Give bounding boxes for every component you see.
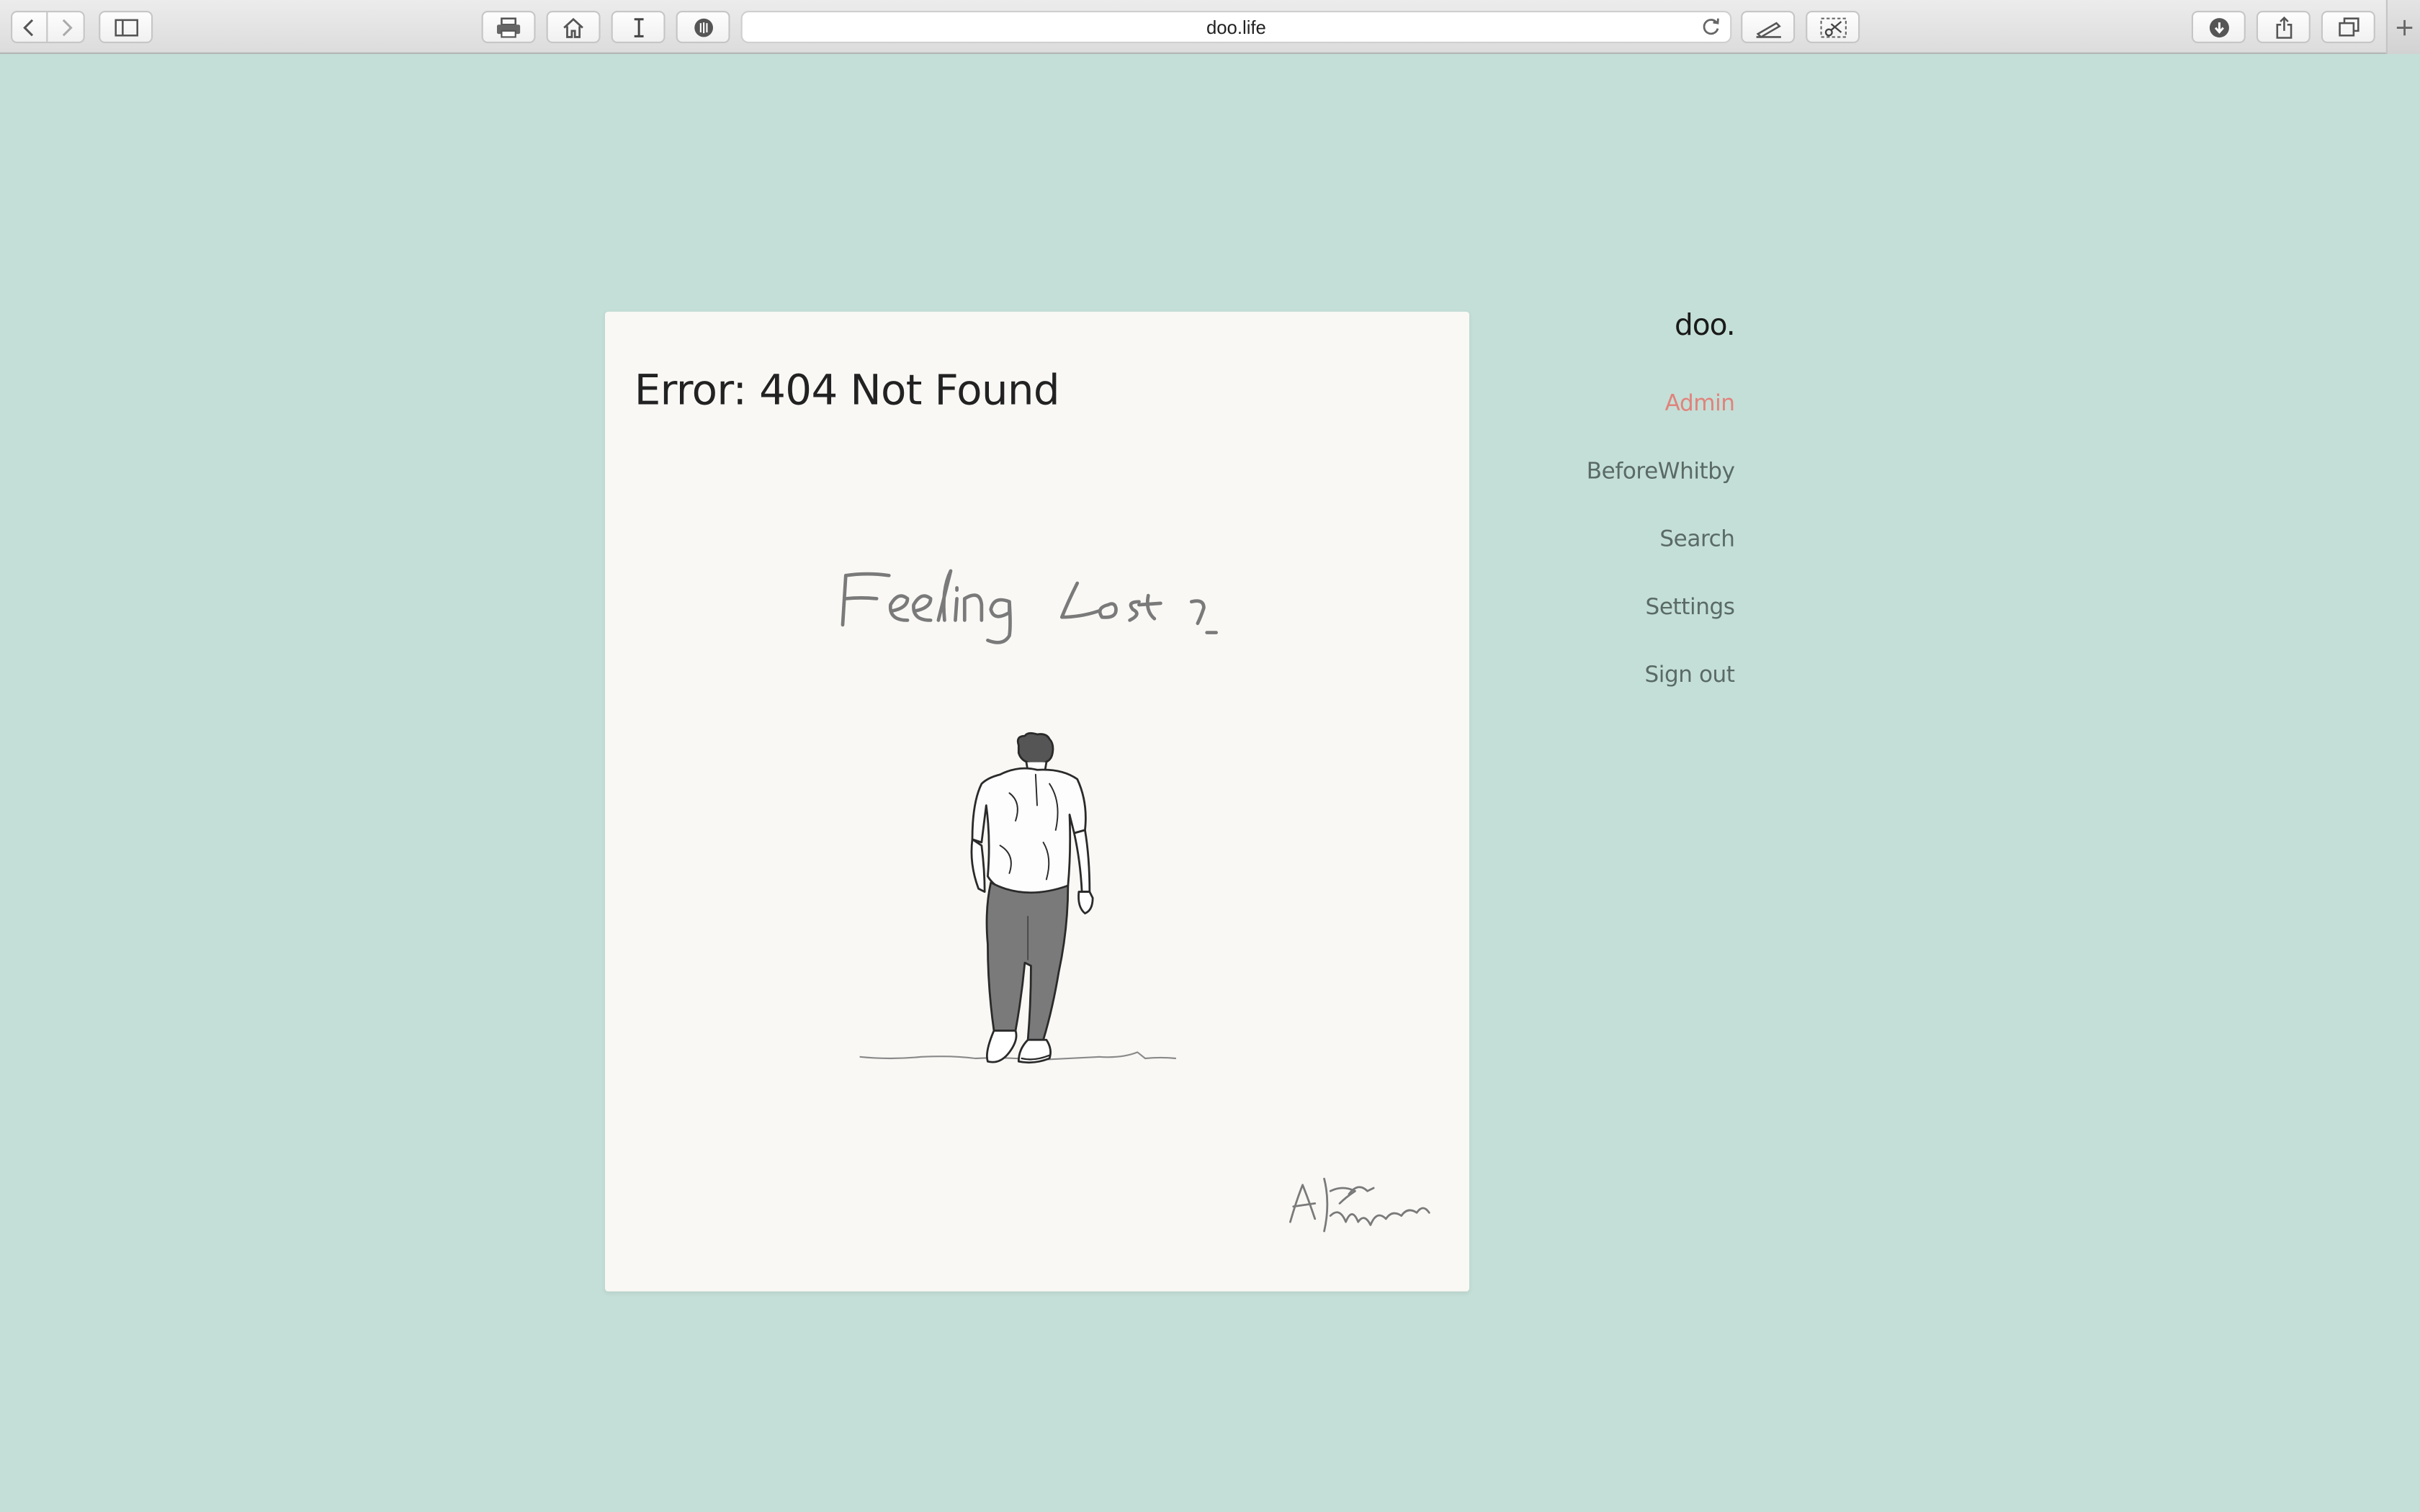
text-cursor-icon bbox=[633, 17, 643, 37]
print-button[interactable] bbox=[481, 11, 536, 43]
home-icon bbox=[563, 17, 583, 37]
browser-window: doo.life Error: 404 Not Found doo. Admin… bbox=[0, 0, 2420, 1512]
browser-toolbar: doo.life bbox=[0, 0, 2420, 54]
download-button[interactable] bbox=[2191, 11, 2246, 43]
tabs-overview-button[interactable] bbox=[2321, 11, 2375, 43]
printer-icon bbox=[497, 17, 521, 37]
nav-item-beforewhitby[interactable]: BeforeWhitby bbox=[1587, 456, 1735, 524]
download-icon bbox=[2208, 17, 2228, 37]
url-text: doo.life bbox=[1206, 17, 1266, 39]
feeling-lost-handwriting bbox=[841, 569, 1218, 644]
reload-icon[interactable] bbox=[1700, 17, 1721, 37]
tabs-overview-icon bbox=[2338, 17, 2359, 37]
pen-icon bbox=[1755, 21, 1780, 37]
nav-item-sign-out[interactable]: Sign out bbox=[1587, 660, 1735, 728]
lost-person-illustration bbox=[841, 569, 1430, 1233]
forward-button[interactable] bbox=[48, 11, 85, 43]
nav-item-search[interactable]: Search bbox=[1587, 525, 1735, 593]
sidebar-icon bbox=[114, 18, 138, 36]
home-button[interactable] bbox=[546, 11, 601, 43]
shield-icon bbox=[694, 17, 712, 37]
chevron-right-icon bbox=[61, 18, 72, 36]
address-bar[interactable]: doo.life bbox=[740, 11, 1732, 43]
nav-item-admin[interactable]: Admin bbox=[1587, 389, 1735, 456]
extension-button[interactable] bbox=[676, 11, 730, 43]
share-icon bbox=[2275, 15, 2292, 38]
error-card: Error: 404 Not Found bbox=[605, 311, 1469, 1292]
brand-logo[interactable]: doo. bbox=[1673, 309, 1736, 343]
new-tab-button[interactable] bbox=[2385, 0, 2420, 54]
clip-button[interactable] bbox=[1806, 11, 1860, 43]
artist-signature bbox=[1289, 1177, 1430, 1233]
chevron-left-icon bbox=[23, 18, 34, 36]
reader-button[interactable] bbox=[611, 11, 666, 43]
site-nav: Admin BeforeWhitby Search Settings Sign … bbox=[1587, 389, 1735, 728]
sidebar-toggle-button[interactable] bbox=[99, 11, 153, 43]
plus-icon bbox=[2396, 19, 2412, 35]
back-button[interactable] bbox=[11, 11, 48, 43]
annotate-button[interactable] bbox=[1741, 11, 1796, 43]
person-figure bbox=[970, 732, 1094, 1064]
scissors-icon bbox=[1819, 17, 1846, 37]
share-button[interactable] bbox=[2256, 11, 2311, 43]
nav-item-settings[interactable]: Settings bbox=[1587, 593, 1735, 660]
